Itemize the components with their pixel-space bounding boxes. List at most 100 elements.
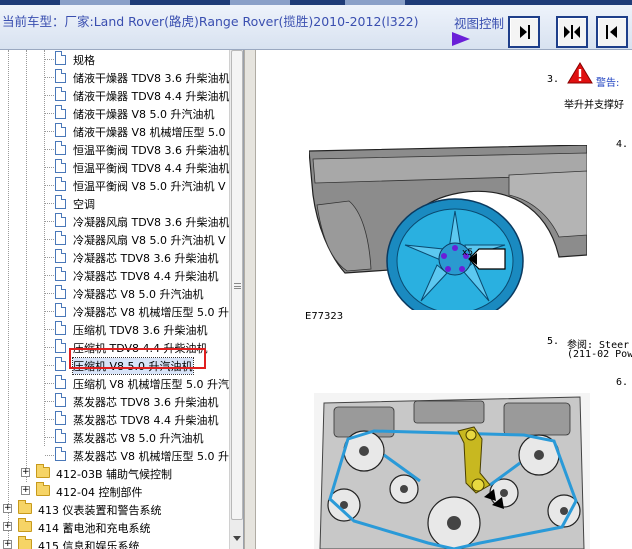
- tree-item-label: 蒸发器芯 V8 机械增压型 5.0 升: [73, 450, 230, 463]
- collapse-right-button[interactable]: [596, 16, 628, 48]
- tree-item-label: 冷凝器风扇 V8 5.0 升汽油机 V: [73, 234, 226, 247]
- tree-branch-line: [45, 185, 54, 186]
- tree-item-label: 储液干燥器 TDV8 4.4 升柴油机: [73, 90, 230, 103]
- tree-doc-item[interactable]: 冷凝器芯 TDV8 3.6 升柴油机: [0, 248, 230, 266]
- figure-id: E77323: [305, 311, 344, 322]
- grip-icon: [234, 283, 241, 289]
- tree-doc-item[interactable]: 空调: [0, 194, 230, 212]
- tree-scrollbar[interactable]: [229, 50, 243, 549]
- panel-splitter[interactable]: [244, 50, 256, 549]
- document-icon: [55, 213, 66, 227]
- step3-number: 3.: [547, 74, 560, 85]
- tree-folder-item[interactable]: +412-04 控制部件: [0, 482, 230, 500]
- view-control-arrow-icon: [452, 32, 470, 46]
- document-icon: [55, 123, 66, 137]
- tree-branch-line: [45, 149, 54, 150]
- document-icon: [55, 159, 66, 173]
- tree-item-label: 储液干燥器 V8 机械增压型 5.0: [73, 126, 226, 139]
- tree-branch-line: [45, 77, 54, 78]
- tree-folder-item[interactable]: +414 蓄电池和充电系统: [0, 518, 230, 536]
- tree-folder-item[interactable]: +415 信息和娱乐系统: [0, 536, 230, 549]
- tree-folder-item[interactable]: +413 仪表装置和警告系统: [0, 500, 230, 518]
- scroll-down-arrow-icon[interactable]: [231, 532, 243, 544]
- tree-doc-item[interactable]: 蒸发器芯 V8 5.0 升汽油机: [0, 428, 230, 446]
- expand-plus-icon[interactable]: +: [3, 504, 12, 513]
- tree-doc-item[interactable]: 储液干燥器 TDV8 3.6 升柴油机: [0, 68, 230, 86]
- tree-doc-item[interactable]: 冷凝器芯 V8 机械增压型 5.0 升: [0, 302, 230, 320]
- tree-branch-line: [45, 113, 54, 114]
- navigation-tree[interactable]: 规格 储液干燥器 TDV8 3.6 升柴油机储液干燥器 TDV8 4.4 升柴油机…: [0, 50, 244, 549]
- tree-doc-item[interactable]: 恒温平衡阀 TDV8 4.4 升柴油机: [0, 158, 230, 176]
- tree-branch-line: [45, 419, 54, 420]
- tree-doc-item[interactable]: 储液干燥器 V8 机械增压型 5.0: [0, 122, 230, 140]
- tree-item-label: 414 蓄电池和充电系统: [38, 522, 151, 535]
- double-arrow-icon: [564, 25, 580, 39]
- tree-item-label: 压缩机 V8 机械增压型 5.0 升汽: [73, 378, 230, 391]
- tree-branch-line: [45, 275, 54, 276]
- tree-doc-item[interactable]: 恒温平衡阀 TDV8 3.6 升柴油机: [0, 140, 230, 158]
- expand-plus-icon[interactable]: +: [21, 468, 30, 477]
- step5-text-2: (211-02 Pow: [567, 349, 632, 360]
- selected-highlight-box: [69, 348, 206, 369]
- folder-icon: [36, 464, 50, 478]
- document-icon: [55, 339, 66, 353]
- tree-doc-item[interactable]: 冷凝器风扇 TDV8 3.6 升柴油机: [0, 212, 230, 230]
- tree-doc-item[interactable]: 储液干燥器 TDV8 4.4 升柴油机: [0, 86, 230, 104]
- tree-branch-line: [45, 437, 54, 438]
- tree-doc-item[interactable]: 储液干燥器 V8 5.0 升汽油机: [0, 104, 230, 122]
- tree-branch-line: [45, 257, 54, 258]
- tree-branch-line: [45, 221, 54, 222]
- document-content: 3. 警告: 举升并支撑好 4. x5 E77323 5. 参阅: Steer …: [256, 50, 632, 549]
- collapse-left-button[interactable]: [508, 16, 540, 48]
- expand-plus-icon[interactable]: +: [21, 486, 30, 495]
- tree-branch-line: [45, 455, 54, 456]
- arrow-right-bar-icon: [520, 25, 530, 39]
- document-icon: [55, 411, 66, 425]
- tree-doc-item[interactable]: 规格: [0, 50, 230, 68]
- vehicle-title: 当前车型：厂家:Land Rover(路虎)Range Rover(揽胜)201…: [2, 14, 419, 29]
- tree-folder-item[interactable]: +412-03B 辅助气候控制: [0, 464, 230, 482]
- tree-item-label: 空调: [73, 198, 95, 211]
- document-icon: [55, 249, 66, 263]
- document-icon: [55, 141, 66, 155]
- tree-item-label: 412-04 控制部件: [56, 486, 143, 499]
- step3-text: 举升并支撑好: [564, 100, 624, 111]
- tree-doc-item[interactable]: 压缩机 V8 机械增压型 5.0 升汽: [0, 374, 230, 392]
- tree-item-label: 恒温平衡阀 TDV8 4.4 升柴油机: [73, 162, 230, 175]
- tree-doc-item[interactable]: 蒸发器芯 TDV8 4.4 升柴油机: [0, 410, 230, 428]
- tree-item-label: 413 仪表装置和警告系统: [38, 504, 162, 517]
- wheel-label: x5: [462, 248, 474, 258]
- tree-branch-line: [45, 95, 54, 96]
- tree-item-label: 恒温平衡阀 V8 5.0 升汽油机 V: [73, 180, 226, 193]
- tree-doc-item[interactable]: 蒸发器芯 V8 机械增压型 5.0 升: [0, 446, 230, 464]
- folder-icon: [18, 500, 32, 514]
- document-icon: [55, 231, 66, 245]
- warning-label: 警告:: [596, 78, 620, 89]
- document-icon: [55, 69, 66, 83]
- view-control-label: 视图控制: [454, 16, 505, 31]
- tree-item-label: 规格: [73, 54, 95, 67]
- tree-doc-item[interactable]: 冷凝器风扇 V8 5.0 升汽油机 V: [0, 230, 230, 248]
- header-bar: 当前车型：厂家:Land Rover(路虎)Range Rover(揽胜)201…: [0, 5, 632, 50]
- wheel-illustration: [309, 145, 587, 310]
- document-icon: [55, 357, 66, 371]
- tree-doc-item[interactable]: 蒸发器芯 TDV8 3.6 升柴油机: [0, 392, 230, 410]
- expand-plus-icon[interactable]: +: [3, 522, 12, 531]
- split-view-button[interactable]: [556, 16, 588, 48]
- tree-branch-line: [45, 293, 54, 294]
- tree-doc-item[interactable]: 恒温平衡阀 V8 5.0 升汽油机 V: [0, 176, 230, 194]
- tree-doc-item[interactable]: 压缩机 TDV8 3.6 升柴油机: [0, 320, 230, 338]
- scrollbar-thumb[interactable]: [231, 50, 243, 520]
- tree-item-label: 冷凝器风扇 TDV8 3.6 升柴油机: [73, 216, 230, 229]
- tree-doc-item[interactable]: 冷凝器芯 TDV8 4.4 升柴油机: [0, 266, 230, 284]
- tree-branch-line: [45, 167, 54, 168]
- document-icon: [55, 429, 66, 443]
- step5-number: 5.: [547, 336, 560, 347]
- document-icon: [55, 195, 66, 209]
- tree-branch-line: [45, 383, 54, 384]
- tree-branch-line: [45, 239, 54, 240]
- tree-item-label: 蒸发器芯 TDV8 4.4 升柴油机: [73, 414, 219, 427]
- tree-doc-item[interactable]: 冷凝器芯 V8 5.0 升汽油机: [0, 284, 230, 302]
- document-icon: [55, 393, 66, 407]
- expand-plus-icon[interactable]: +: [3, 540, 12, 549]
